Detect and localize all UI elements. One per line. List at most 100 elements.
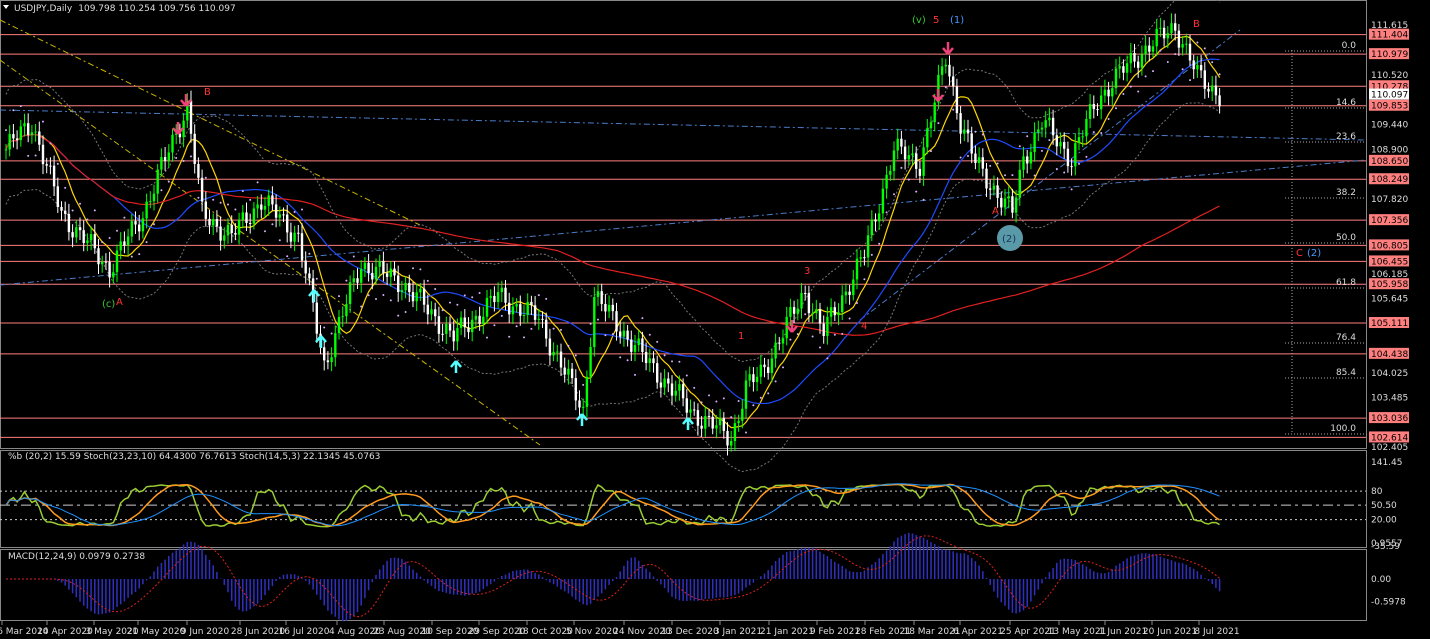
sar-dot — [315, 277, 318, 280]
candle-body — [1148, 45, 1151, 52]
candle-body — [759, 364, 762, 377]
sar-dot — [648, 333, 651, 336]
candle-body — [970, 133, 973, 154]
sar-dot — [582, 383, 585, 386]
price-chart[interactable]: USDJPY,Daily 109.798 110.254 109.756 110.… — [0, 0, 1430, 639]
candle-body — [533, 305, 537, 320]
sar-dot — [567, 344, 570, 347]
candle-body — [97, 248, 100, 265]
date-label: 21 Jan 2021 — [760, 627, 814, 637]
sar-dot — [71, 209, 74, 212]
sar-dot — [79, 202, 81, 205]
candle-body — [1170, 23, 1173, 34]
sar-dot — [1152, 70, 1154, 73]
candle-body — [1159, 27, 1162, 29]
candle-body — [670, 383, 674, 396]
sar-dot — [560, 328, 562, 331]
sar-dot — [819, 346, 821, 349]
candle-body — [430, 309, 433, 315]
sar-dot — [626, 359, 629, 362]
candle-body — [71, 232, 74, 238]
candle-body — [778, 342, 781, 344]
candle-body — [722, 418, 725, 431]
candle-body — [770, 358, 774, 373]
wave-label: (1) — [950, 15, 964, 26]
candle-body — [459, 317, 463, 328]
price-level-label: 105.111 — [1371, 319, 1408, 329]
candle-body — [826, 316, 829, 336]
candle-body — [15, 138, 19, 141]
sar-dot — [774, 380, 777, 383]
candle-body — [715, 425, 718, 429]
candle-body — [881, 188, 885, 214]
sar-dot — [1063, 171, 1066, 174]
candle-body — [104, 261, 108, 263]
buy-arrow-icon — [682, 417, 694, 430]
sar-dot — [641, 317, 644, 320]
stoch-panel-label: %b (20,2) 15.59 Stoch(23,23,10) 64.4300 … — [8, 452, 380, 462]
candle-body — [1155, 28, 1158, 47]
candle-body — [200, 177, 204, 202]
candle-body — [208, 218, 211, 226]
dropdown-icon[interactable] — [3, 5, 9, 9]
trend-line — [0, 59, 541, 446]
candle-body — [452, 330, 455, 342]
candle-body — [963, 129, 966, 134]
sar-dot — [1078, 162, 1080, 165]
candle-body — [426, 304, 429, 315]
fib-level-label: 14.6 — [1336, 98, 1356, 108]
candle-body — [34, 131, 37, 133]
candle-body — [1107, 89, 1110, 97]
candle-body — [52, 165, 56, 187]
candle-body — [1192, 60, 1195, 70]
candle-body — [948, 64, 951, 77]
candle-body — [45, 164, 48, 166]
candle-body — [696, 410, 700, 426]
candle-body — [134, 221, 137, 225]
sar-dot — [952, 108, 955, 111]
sar-dot — [1085, 155, 1088, 158]
candle-body — [27, 123, 30, 135]
date-label: 9 Feb 2021 — [810, 627, 860, 637]
candle-body — [1085, 118, 1088, 137]
candle-body — [589, 347, 592, 377]
candle-body — [918, 168, 922, 176]
candle-body — [940, 66, 944, 75]
price-level-label: 108.650 — [1371, 157, 1408, 167]
candle-body — [892, 150, 896, 171]
sar-dot — [974, 130, 977, 133]
candle-body — [959, 113, 962, 134]
sar-dot — [634, 373, 636, 376]
sar-dot — [752, 404, 755, 407]
price-level-label: 109.853 — [1371, 102, 1408, 112]
candle-body — [163, 157, 167, 161]
candle-body — [974, 153, 977, 164]
candle-body — [223, 235, 226, 241]
candle-body — [1181, 44, 1184, 48]
sar-dot — [441, 309, 444, 312]
candle-body — [844, 291, 848, 296]
candle-body — [889, 170, 892, 175]
candle-body — [167, 152, 170, 161]
candle-body — [1037, 129, 1040, 133]
sar-dot — [574, 354, 577, 357]
candle-body — [637, 338, 640, 346]
sar-dot — [663, 354, 666, 357]
fib-level-label: 23.6 — [1336, 132, 1356, 142]
candle-body — [508, 302, 511, 315]
candle-body — [1077, 137, 1081, 144]
candle-body — [1055, 135, 1058, 147]
sar-dot — [1107, 118, 1110, 121]
sar-dot — [915, 190, 918, 193]
date-label: 13 Dec 2020 — [661, 627, 719, 637]
candle-body — [689, 409, 692, 413]
sar-dot — [611, 333, 614, 336]
candle-body — [730, 440, 733, 446]
wave-label: C — [1296, 248, 1303, 259]
sar-dot — [1189, 79, 1191, 82]
candle-body — [537, 318, 540, 320]
candle-body — [78, 227, 82, 231]
candle-body — [130, 221, 133, 237]
sar-dot — [700, 401, 703, 404]
sar-dot — [1203, 47, 1206, 50]
